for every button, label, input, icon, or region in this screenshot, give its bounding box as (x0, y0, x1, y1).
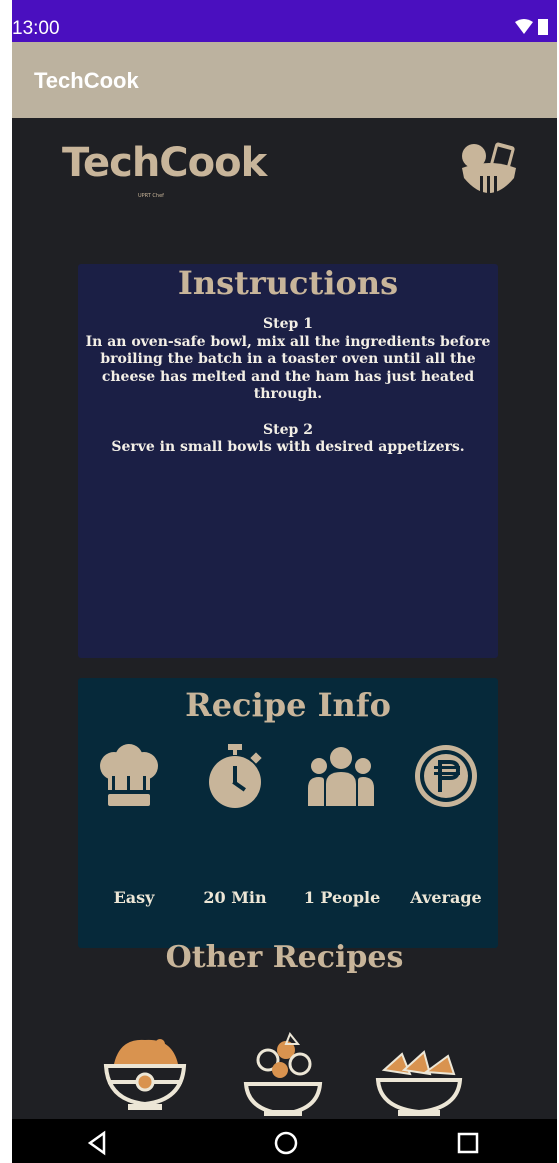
step-2-label: Step 2 (263, 421, 313, 438)
instructions-title: Instructions (177, 264, 399, 302)
chef-basket-icon (456, 138, 522, 208)
recipe-info-title: Recipe Info (185, 686, 391, 724)
back-button[interactable] (78, 1119, 158, 1163)
time-label: 20 Min (203, 888, 267, 907)
difficulty-label: Easy (113, 888, 155, 907)
recipe-info-panel: Recipe Info Easy 20 Min 1 People Average (78, 678, 498, 948)
status-bar: 13:00 (12, 0, 557, 42)
brand-subtitle: UPRT Chef (138, 193, 164, 199)
home-icon (274, 1131, 298, 1155)
other-recipe-dip[interactable] (100, 1030, 190, 1124)
nachos-bowl-icon (375, 1050, 463, 1116)
dip-bowl-icon (103, 1039, 187, 1110)
instructions-text: Step 1 In an oven-safe bowl, mix all the… (78, 316, 498, 457)
recents-icon (457, 1132, 479, 1154)
step-2-text: Serve in small bowls with desired appeti… (111, 439, 465, 455)
system-nav-bar (12, 1119, 557, 1163)
status-time: 13:00 (12, 18, 60, 39)
other-recipes-title: Other Recipes (165, 940, 404, 975)
brand-logo-text: TechCook (62, 140, 267, 186)
people-icon (306, 744, 376, 814)
recents-button[interactable] (448, 1119, 528, 1163)
back-icon (87, 1130, 106, 1156)
battery-icon (538, 19, 548, 35)
other-recipe-salad[interactable] (238, 1030, 328, 1124)
salad-bowl-icon (243, 1032, 323, 1117)
recipe-info-icons: Easy 20 Min 1 People Average (78, 744, 498, 907)
cost-label: Average (410, 888, 482, 907)
app-bar: TechCook (12, 42, 557, 118)
stopwatch-icon (204, 744, 266, 814)
instructions-panel: Instructions Step 1 In an oven-safe bowl… (78, 264, 498, 658)
wifi-icon (515, 19, 533, 34)
step-1-text: In an oven-safe bowl, mix all the ingred… (85, 333, 491, 403)
home-button[interactable] (266, 1119, 346, 1163)
step-1-label: Step 1 (263, 316, 313, 332)
chef-hat-icon (98, 744, 160, 814)
phone-screen: 13:00 TechCook TechCook UPRT Chef Instru… (12, 0, 557, 1163)
servings-label: 1 People (303, 888, 381, 907)
other-recipe-nachos[interactable] (374, 1030, 464, 1124)
status-icons (513, 18, 551, 42)
app-bar-title: TechCook (34, 68, 139, 93)
peso-icon (412, 744, 480, 814)
